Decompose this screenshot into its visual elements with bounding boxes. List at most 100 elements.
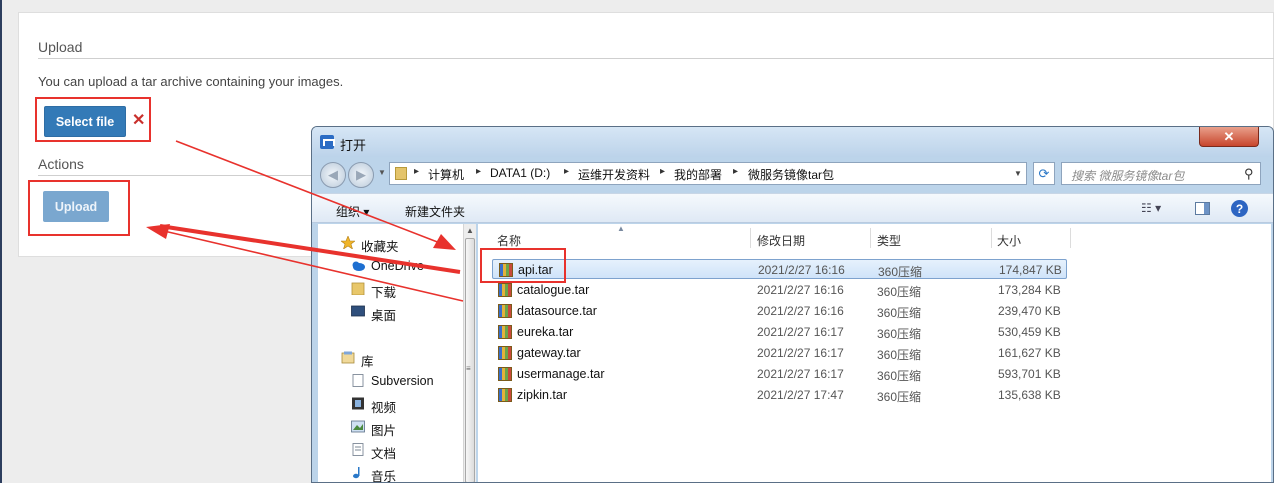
document-icon [352,443,364,456]
star-icon [341,236,355,249]
navigation-pane: 收藏夹 OneDrive 下载 桌面 库 Subversion 视频 图片 文档… [318,224,463,482]
library-icon [341,351,355,364]
file-type: 360压缩 [877,348,922,362]
file-row[interactable]: datasource.tar 2021/2/27 16:16 360压缩 239… [492,301,1067,321]
address-bar[interactable]: ▸ 计算机 ▸ DATA1 (D:) ▸ 运维开发资料 ▸ 我的部署 ▸ 微服务… [389,162,1027,185]
new-folder-button[interactable]: 新建文件夹 [405,203,465,220]
picture-icon [351,420,365,433]
chevron-right-icon: ▸ [564,166,570,177]
dialog-title: 打开 [340,138,367,153]
file-size: 593,701 KB [998,367,1061,381]
desktop-icon [351,305,365,317]
archive-icon [498,304,512,318]
column-divider[interactable] [870,228,871,248]
help-icon[interactable]: ? [1231,200,1248,217]
document-icon [352,374,364,387]
nav-item-desktop[interactable]: 桌面 [371,305,396,324]
file-size: 239,470 KB [998,304,1061,318]
file-name: zipkin.tar [517,388,568,402]
breadcrumb-item[interactable]: 计算机 [428,166,464,183]
page-left-edge [0,0,2,483]
file-name: datasource.tar [517,304,597,318]
file-date: 2021/2/27 16:17 [757,367,844,381]
file-type: 360压缩 [877,390,922,404]
preview-pane-icon[interactable] [1195,202,1210,215]
file-size: 135,638 KB [998,388,1061,402]
file-name: usermanage.tar [517,367,605,381]
column-divider[interactable] [750,228,751,248]
breadcrumb-item[interactable]: 我的部署 [674,166,722,183]
file-name: eureka.tar [517,325,574,339]
refresh-icon: ⟳ [1038,165,1050,181]
nav-item-onedrive[interactable]: OneDrive [371,259,424,273]
chevron-right-icon: ▸ [476,166,482,177]
archive-icon [498,367,512,381]
close-button[interactable]: ✕ [1199,127,1259,147]
nav-item-music[interactable]: 音乐 [371,466,396,482]
file-open-dialog: 打开 ✕ ◀ ▶ ▼ ▸ 计算机 ▸ DATA1 (D:) ▸ 运维开发资料 ▸… [311,126,1274,483]
organize-menu[interactable]: 组织 ▾ [336,203,369,220]
app-icon [320,135,335,149]
navigation-scrollbar[interactable]: ▲ ≡ [463,224,476,482]
nav-item-pictures[interactable]: 图片 [371,420,396,439]
column-divider[interactable] [1070,228,1071,248]
file-row[interactable]: api.tar 2021/2/27 16:16 360压缩 174,847 KB [492,259,1067,279]
chevron-right-icon: ▸ [733,166,739,177]
archive-icon [498,346,512,360]
column-divider[interactable] [991,228,992,248]
archive-icon [498,283,512,297]
column-header-date[interactable]: 修改日期 [757,232,805,249]
column-header-type[interactable]: 类型 [877,232,901,249]
file-date: 2021/2/27 16:16 [757,283,844,297]
nav-item-documents[interactable]: 文档 [371,443,396,462]
nav-item-downloads[interactable]: 下载 [371,282,396,301]
cloud-icon [352,261,365,271]
section-divider [38,58,1274,59]
folder-icon [351,282,365,295]
breadcrumb-item[interactable]: DATA1 (D:) [490,166,550,180]
file-row[interactable]: usermanage.tar 2021/2/27 16:17 360压缩 593… [492,364,1067,384]
forward-button[interactable]: ▶ [348,162,374,188]
search-input[interactable]: 搜索 微服务镜像tar包 ⚲ [1061,162,1261,185]
nav-item-subversion[interactable]: Subversion [371,374,434,388]
arrow-left-icon: ◀ [328,167,338,182]
file-size: 174,847 KB [999,263,1062,277]
arrow-right-icon: ▶ [356,167,366,182]
chevron-right-icon: ▸ [660,166,666,177]
scroll-up-icon[interactable]: ▲ [466,226,474,235]
folder-icon [395,167,407,180]
nav-item-favorites[interactable]: 收藏夹 [361,236,399,255]
column-header-name[interactable]: 名称 [497,232,521,249]
scrollbar-grip-icon: ≡ [466,364,471,373]
address-dropdown-icon[interactable]: ▼ [1014,169,1022,178]
select-file-highlight-box [35,97,151,142]
file-type: 360压缩 [877,285,922,299]
archive-icon [498,388,512,402]
view-options-icon[interactable]: ☷ ▾ [1141,201,1161,215]
nav-item-videos[interactable]: 视频 [371,397,396,416]
back-button[interactable]: ◀ [320,162,346,188]
file-row[interactable]: gateway.tar 2021/2/27 16:17 360压缩 161,62… [492,343,1067,363]
refresh-button[interactable]: ⟳ [1033,162,1055,185]
file-name: gateway.tar [517,346,581,360]
scrollbar-thumb[interactable] [465,238,475,482]
search-icon: ⚲ [1244,166,1254,181]
file-date: 2021/2/27 16:16 [757,304,844,318]
column-header-size[interactable]: 大小 [997,232,1021,249]
file-row[interactable]: eureka.tar 2021/2/27 16:17 360压缩 530,459… [492,322,1067,342]
breadcrumb-item[interactable]: 微服务镜像tar包 [748,166,834,183]
nav-item-libraries[interactable]: 库 [361,351,374,370]
file-row[interactable]: catalogue.tar 2021/2/27 16:16 360压缩 173,… [492,280,1067,300]
file-date: 2021/2/27 16:16 [758,263,845,277]
breadcrumb-item[interactable]: 运维开发资料 [578,166,650,183]
upload-description: You can upload a tar archive containing … [38,74,344,89]
recent-locations-dropdown[interactable]: ▼ [378,168,386,177]
dialog-titlebar: 打开 ✕ [312,127,1273,157]
file-list: ▲ 名称 修改日期 类型 大小 api.tar 2021/2/27 16:16 … [478,224,1271,482]
file-date: 2021/2/27 16:17 [757,346,844,360]
file-row[interactable]: zipkin.tar 2021/2/27 17:47 360压缩 135,638… [492,385,1067,405]
file-size: 173,284 KB [998,283,1061,297]
film-icon [352,397,364,410]
actions-section-title: Actions [38,156,84,172]
chevron-right-icon: ▸ [414,166,420,177]
